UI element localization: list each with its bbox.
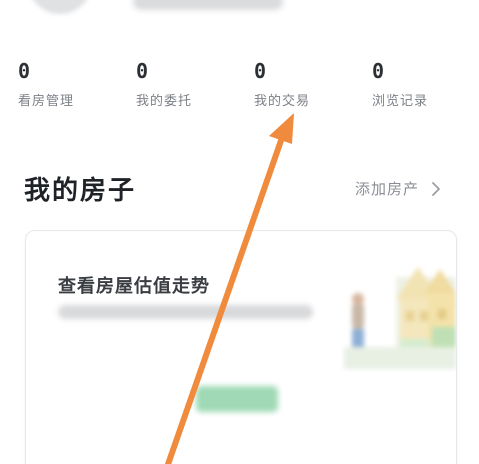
page: 0 看房管理 0 我的委托 0 我的交易 0 浏览记录 我的房子 添加房产 查看… [0,0,479,464]
stat-value: 0 [18,59,31,83]
card-title: 查看房屋估值走势 [58,276,210,297]
stat-label: 我的委托 [136,94,193,109]
add-property-link[interactable]: 添加房产 [355,178,443,199]
stat-value: 0 [136,59,149,83]
add-property-label: 添加房产 [355,180,420,198]
house-illustration-icon [344,267,456,369]
house-valuation-card[interactable]: 查看房屋估值走势 [25,230,457,464]
stats-row: 0 看房管理 0 我的委托 0 我的交易 0 浏览记录 [0,58,479,114]
stat-label: 我的交易 [254,94,311,109]
stat-my-transactions[interactable]: 0 我的交易 [254,58,364,109]
user-name-blurred [133,0,283,10]
card-subtitle-blurred [58,305,313,319]
stat-browsing-history[interactable]: 0 浏览记录 [372,58,479,109]
stat-value: 0 [372,59,385,83]
stat-label: 浏览记录 [372,94,429,109]
stat-label: 看房管理 [18,94,75,109]
stat-viewing-management[interactable]: 0 看房管理 [18,58,128,109]
card-action-button[interactable] [196,386,278,412]
stat-value: 0 [254,59,267,83]
user-avatar[interactable] [28,0,92,14]
section-title: 我的房子 [24,176,137,206]
chevron-right-icon [432,181,440,196]
stat-my-entrustment[interactable]: 0 我的委托 [136,58,246,109]
